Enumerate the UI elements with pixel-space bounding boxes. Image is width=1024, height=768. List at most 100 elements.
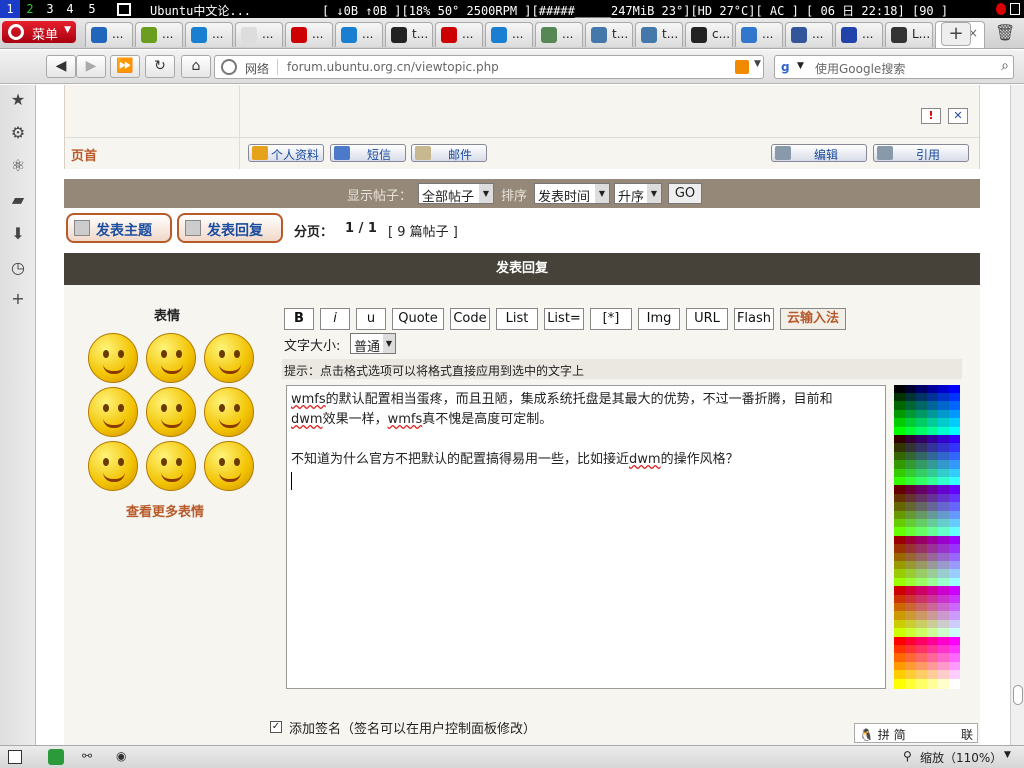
bookmarks-icon[interactable]: ★ [8, 90, 28, 110]
smiley-icon[interactable] [204, 387, 254, 437]
chevron-down-icon[interactable]: ▼ [797, 61, 804, 71]
pm-button[interactable]: 短信 [330, 144, 406, 162]
format-button[interactable]: u [356, 308, 386, 330]
format-button[interactable]: Quote [392, 308, 444, 330]
format-button[interactable]: i [320, 308, 350, 330]
tab[interactable]: ... [785, 22, 833, 47]
font-size-select[interactable]: 普通 ▼ [350, 333, 396, 355]
tab[interactable]: ... [185, 22, 233, 47]
back-button[interactable]: ◀ [46, 55, 76, 78]
format-button[interactable]: Flash [734, 308, 774, 330]
smiley-icon[interactable] [88, 441, 138, 491]
color-swatch[interactable] [949, 679, 960, 689]
scrollbar-thumb[interactable] [1013, 685, 1023, 705]
ime-toolbar[interactable]: 🐧 拼 简 联 [854, 723, 978, 743]
go-button[interactable]: GO [668, 183, 702, 204]
browser-menu-button[interactable]: 菜单 ▼ [2, 21, 76, 43]
network-icon[interactable]: ⚯ [82, 749, 102, 765]
layout-icon[interactable] [117, 3, 131, 16]
zoom-level[interactable]: 缩放（110%） [920, 749, 1002, 766]
forward-button[interactable]: ▶ [76, 55, 106, 78]
tab[interactable]: ... [85, 22, 133, 47]
edit-button[interactable]: 编辑 [771, 144, 867, 162]
signature-checkbox[interactable]: ✓ [270, 721, 282, 733]
trash-icon[interactable]: 🗑 [995, 23, 1015, 45]
smiley-icon[interactable] [204, 333, 254, 383]
rss-icon[interactable] [735, 60, 749, 74]
tab[interactable]: ... [235, 22, 283, 47]
workspace-2[interactable]: 2 [20, 0, 40, 18]
tab[interactable]: t... [635, 22, 683, 47]
smiley-icon[interactable] [146, 333, 196, 383]
color-swatch[interactable] [916, 679, 927, 689]
tab[interactable]: t... [585, 22, 633, 47]
sync-icon[interactable] [48, 749, 64, 765]
format-button[interactable]: Img [638, 308, 680, 330]
tab[interactable]: c... [685, 22, 733, 47]
unite-icon[interactable]: ⚛ [8, 156, 28, 176]
smiley-icon[interactable] [88, 333, 138, 383]
report-icon[interactable]: ! [921, 108, 941, 124]
new-tab-button[interactable]: + [941, 22, 971, 46]
format-button[interactable]: B [284, 308, 314, 330]
post-reply-button[interactable]: 发表回复 [177, 213, 283, 243]
tab[interactable]: ... [135, 22, 183, 47]
tab[interactable]: ... [735, 22, 783, 47]
turbo-icon[interactable]: ◉ [116, 749, 136, 765]
color-swatch[interactable] [894, 679, 905, 689]
tab[interactable]: t... [385, 22, 433, 47]
smiley-icon[interactable] [146, 387, 196, 437]
show-posts-select[interactable]: 全部帖子 ▼ [418, 183, 494, 205]
format-button[interactable]: Code [450, 308, 490, 330]
tab[interactable]: ... [435, 22, 483, 47]
smiley-icon[interactable] [88, 387, 138, 437]
smiley-icon[interactable] [146, 441, 196, 491]
search-icon[interactable]: ⌕ [1001, 58, 1009, 74]
workspace-3[interactable]: 3 [40, 0, 60, 18]
chevron-down-icon[interactable]: ▼ [754, 59, 761, 69]
format-button[interactable]: List [496, 308, 538, 330]
workspace-1[interactable]: 1 [0, 0, 20, 18]
tab[interactable]: L... [885, 22, 933, 47]
delete-icon[interactable]: ✕ [948, 108, 968, 124]
format-button[interactable]: 云输入法 [780, 308, 846, 330]
order-select[interactable]: 升序 ▼ [614, 183, 662, 205]
workspace-4[interactable]: 4 [60, 0, 80, 18]
format-button[interactable]: List= [544, 308, 584, 330]
gear-icon[interactable]: ⚙ [8, 123, 28, 143]
quote-button[interactable]: 引用 [873, 144, 969, 162]
new-topic-button[interactable]: 发表主题 [66, 213, 172, 243]
tab[interactable]: ... [535, 22, 583, 47]
chevron-down-icon[interactable]: ▼ [1004, 750, 1011, 760]
back-to-top-link[interactable]: 页首 [71, 145, 97, 164]
history-icon[interactable]: ◷ [8, 258, 28, 278]
color-swatch[interactable] [927, 679, 938, 689]
notes-icon[interactable]: ▰ [8, 190, 28, 210]
search-placeholder[interactable]: 使用Google搜索 [815, 60, 905, 77]
tab[interactable]: ... [285, 22, 333, 47]
reload-button[interactable]: ↻ [145, 55, 175, 78]
google-icon[interactable]: g [781, 60, 790, 74]
format-button[interactable]: [*] [590, 308, 632, 330]
address-bar[interactable]: 网络 forum.ubuntu.org.cn/viewtopic.php ▼ [214, 55, 764, 79]
message-textarea[interactable]: wmfs的默认配置相当蛋疼，而且丑陋，集成系统托盘是其最大的优势，不过一番折腾，… [286, 385, 886, 689]
format-button[interactable]: URL [686, 308, 728, 330]
color-swatch[interactable] [905, 679, 916, 689]
sort-select[interactable]: 发表时间 ▼ [534, 183, 610, 205]
vertical-scrollbar[interactable] [1010, 85, 1024, 745]
zoom-icon[interactable]: ⚲ [903, 749, 912, 763]
profile-button[interactable]: 个人资料 [248, 144, 324, 162]
add-panel-icon[interactable]: + [8, 289, 28, 309]
downloads-icon[interactable]: ⬇ [8, 224, 28, 244]
workspace-5[interactable]: 5 [82, 0, 102, 18]
search-box[interactable]: g ▼ 使用Google搜索 ⌕ [774, 55, 1014, 79]
color-swatch[interactable] [938, 679, 949, 689]
more-smilies-link[interactable]: 查看更多表情 [126, 501, 204, 520]
url-text[interactable]: forum.ubuntu.org.cn/viewtopic.php [287, 60, 499, 74]
home-button[interactable]: ⌂ [181, 55, 211, 78]
tab[interactable]: ... [485, 22, 533, 47]
tab[interactable]: ... [335, 22, 383, 47]
color-palette[interactable] [894, 385, 960, 689]
panel-toggle-icon[interactable] [8, 750, 22, 764]
tab[interactable]: ... [835, 22, 883, 47]
